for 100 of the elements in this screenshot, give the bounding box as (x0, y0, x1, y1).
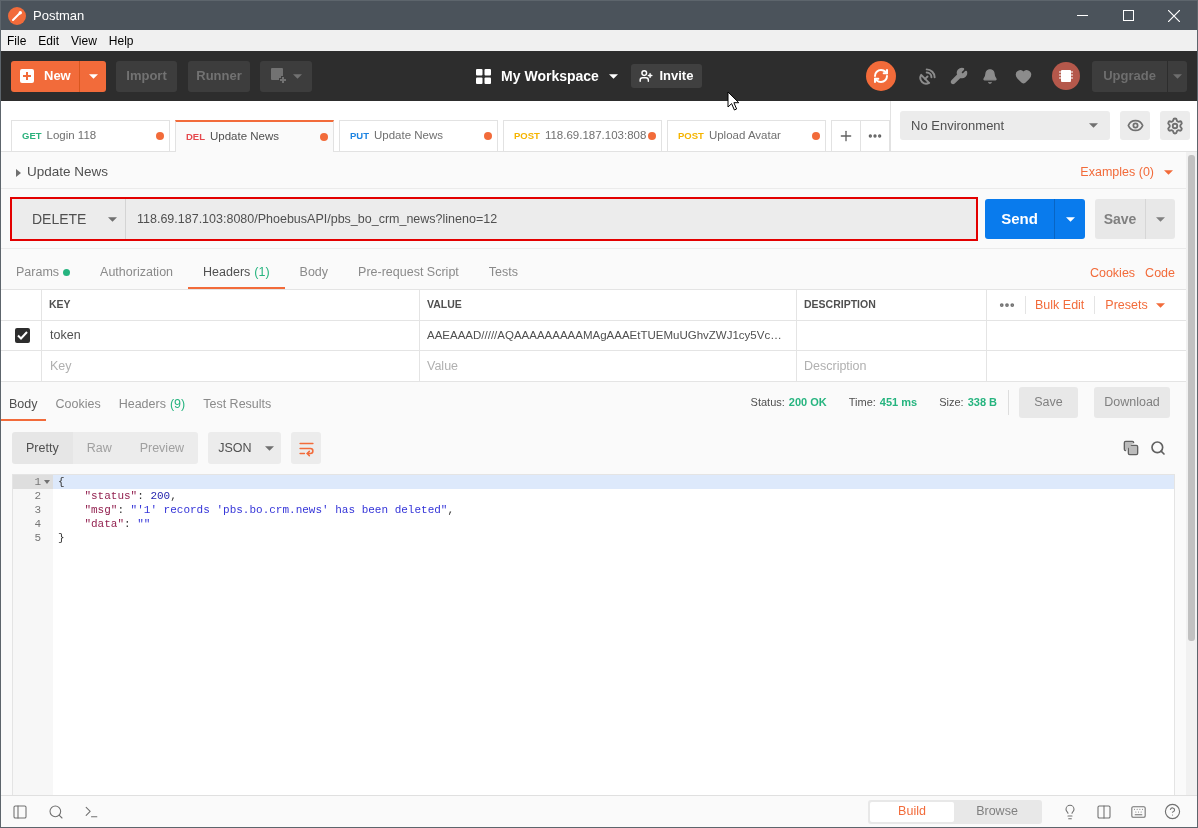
notifications-bell-icon[interactable] (982, 67, 998, 85)
format-dropdown[interactable]: JSON (208, 432, 282, 464)
sidebar-toggle-icon[interactable] (12, 803, 28, 820)
link[interactable]: Code (1145, 264, 1175, 283)
http-method-label: POST (514, 128, 540, 143)
help-icon[interactable] (1164, 803, 1181, 820)
response-tab[interactable]: Cookies (47, 390, 109, 421)
save-response-button[interactable]: Save (1019, 387, 1078, 418)
column-header: KEY (49, 297, 71, 313)
link[interactable]: Cookies (1089, 264, 1136, 283)
presets-dropdown[interactable]: Presets (1105, 295, 1165, 315)
mode-toggle-button[interactable]: Browse (954, 801, 1040, 822)
grid-icon (476, 68, 492, 84)
response-tab[interactable]: Headers (9) (110, 390, 194, 421)
stat-value: 200 OK (788, 395, 827, 411)
method-dropdown[interactable]: DELETE (12, 199, 126, 239)
plus-icon (838, 128, 854, 144)
checkbox[interactable] (15, 328, 30, 343)
request-tab[interactable]: PUT Update News (339, 120, 498, 151)
fold-caret-icon[interactable] (44, 480, 50, 484)
view-mode-button[interactable]: Preview (125, 432, 199, 464)
caret-down-icon (1089, 123, 1098, 128)
workspace-button[interactable]: My Workspace (476, 65, 618, 87)
wrench-icon[interactable] (950, 67, 968, 85)
close-icon (1168, 9, 1180, 22)
new-button[interactable]: New (11, 60, 79, 92)
minimize-icon (1076, 15, 1088, 16)
request-name: Update News (27, 163, 109, 182)
url-field[interactable]: 118.69.187.103:8080/PhoebusAPI/pbs_bo_crm_news?lineno=12 (126, 199, 976, 239)
menu-item[interactable]: Help (108, 34, 134, 47)
caret-down-icon (88, 73, 98, 79)
response-tab[interactable]: Body (1, 390, 46, 421)
caret-down-icon (292, 73, 302, 79)
caret-down-icon (1164, 170, 1173, 175)
search-icon[interactable] (48, 803, 64, 820)
environment-dropdown[interactable]: No Environment (900, 111, 1110, 140)
caret-down-icon (608, 73, 618, 79)
keyboard-icon[interactable] (1130, 803, 1147, 820)
avatar-icon[interactable] (1052, 62, 1080, 90)
sync-button[interactable] (866, 61, 896, 91)
copy-icon[interactable] (1123, 440, 1139, 456)
wrap-lines-button[interactable] (291, 432, 322, 464)
line-number: 5 (34, 531, 41, 545)
bulk-edit-button[interactable]: Bulk Edit (1035, 295, 1085, 315)
http-method-label: POST (678, 128, 704, 143)
more-tabs-button[interactable] (861, 120, 890, 151)
sync-icon (873, 68, 889, 84)
lightbulb-icon[interactable] (1062, 803, 1078, 820)
line-number: 3 (34, 503, 41, 517)
caret-down-icon (1173, 73, 1182, 79)
satellite-dish-icon[interactable] (918, 66, 937, 86)
add-user-icon (639, 69, 654, 83)
window-plus-icon (270, 68, 287, 84)
send-dropdown-button[interactable] (1054, 199, 1085, 239)
request-section-tab[interactable]: Params (1, 258, 86, 289)
menu-item[interactable]: File (7, 34, 27, 47)
scrollbar-thumb[interactable] (1188, 155, 1195, 641)
request-tab[interactable]: POST Upload Avatar (667, 120, 826, 151)
request-section-tab[interactable]: Body (284, 258, 344, 289)
examples-dropdown[interactable]: Examples (0) (1080, 163, 1173, 182)
download-button[interactable]: Download (1094, 387, 1170, 418)
request-section-tab[interactable]: Tests (473, 258, 533, 289)
line-number: 4 (34, 517, 41, 531)
send-button[interactable]: Send (985, 199, 1054, 239)
request-section-tab[interactable]: Authorization (85, 258, 189, 289)
mode-toggle-button[interactable]: Build (870, 801, 954, 822)
table-cell-text: AAEAAAD/////AQAAAAAAAAAMAgAAAEtTUEMuUGhvZWJ1cy5Vc… (427, 327, 782, 343)
line-number: 1 (34, 475, 41, 489)
environment-quick-look-button[interactable] (1120, 111, 1150, 140)
caret-down-icon (1065, 216, 1075, 222)
stat-label: Status: (750, 395, 785, 411)
manage-environments-button[interactable] (1160, 111, 1190, 140)
response-tab[interactable]: Test Results (195, 390, 280, 421)
request-tab[interactable]: DEL Update News (175, 120, 334, 152)
save-button[interactable]: Save (1095, 199, 1145, 239)
view-mode-button[interactable]: Raw (72, 432, 126, 464)
new-dropdown-button[interactable] (79, 60, 106, 92)
search-icon[interactable] (1150, 440, 1166, 456)
stat-value: 451 ms (879, 395, 918, 411)
two-pane-view-icon[interactable] (1096, 803, 1112, 820)
menu-item[interactable]: Edit (38, 34, 60, 47)
new-tab-button[interactable] (831, 120, 861, 151)
caret-down-icon (108, 216, 118, 222)
request-tab[interactable]: POST 118.69.187.103:808 (503, 120, 662, 151)
caret-down-icon (1155, 302, 1165, 308)
menu-item[interactable]: View (71, 34, 97, 47)
caret-down-icon (1156, 216, 1165, 222)
view-mode-button[interactable]: Pretty (12, 432, 73, 464)
invite-button[interactable]: Invite (630, 64, 702, 88)
http-method-label: DEL (186, 129, 205, 144)
new-window-button[interactable] (260, 60, 312, 92)
line-number: 2 (34, 489, 41, 503)
request-tab[interactable]: GET Login 118 (11, 120, 170, 151)
request-section-tab[interactable]: Pre-request Script (343, 258, 474, 289)
upgrade-dropdown-button[interactable] (1167, 60, 1187, 92)
plus-icon (20, 69, 34, 83)
caret-right-icon (16, 168, 21, 177)
http-method-label: PUT (350, 128, 369, 143)
heart-icon[interactable] (1015, 67, 1032, 85)
http-method-label: GET (22, 128, 42, 143)
